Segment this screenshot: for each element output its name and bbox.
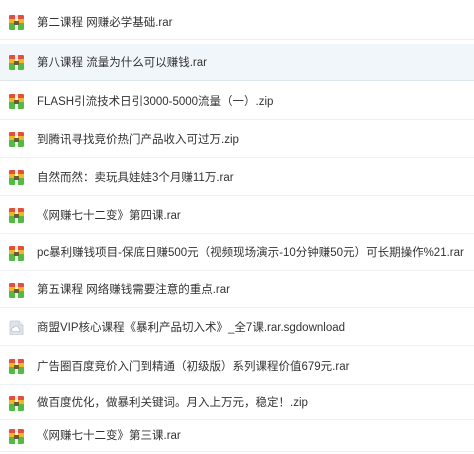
file-name[interactable]: 广告圈百度竞价入门到精通（初级版）系列课程价值679元.rar — [37, 360, 349, 374]
archive-icon — [9, 55, 24, 70]
archive-icon — [9, 396, 24, 411]
file-name[interactable]: 第五课程 网络赚钱需要注意的重点.rar — [37, 283, 230, 297]
file-row[interactable]: 第二课程 网赚必学基础.rar — [0, 5, 474, 40]
file-name[interactable]: pc暴利赚钱项目-保底日赚500元（视频现场演示-10分钟赚50元）可长期操作%… — [37, 246, 464, 260]
file-name[interactable]: 自然而然：卖玩具娃娃3个月赚11万.rar — [37, 171, 234, 185]
archive-icon — [9, 429, 24, 444]
archive-icon — [9, 208, 24, 223]
file-name[interactable]: 第八课程 流量为什么可以赚钱.rar — [37, 56, 207, 70]
file-row[interactable]: 做百度优化，做暴利关键词。月入上万元，稳定！.zip — [0, 386, 474, 420]
archive-icon — [9, 283, 24, 298]
archive-icon — [9, 15, 24, 30]
file-name[interactable]: 《网赚七十二变》第四课.rar — [37, 209, 181, 223]
file-row[interactable]: 到腾讯寻找竞价热门产品收入可过万.zip — [0, 121, 474, 158]
file-name[interactable]: 第二课程 网赚必学基础.rar — [37, 16, 172, 30]
file-row[interactable]: 广告圈百度竞价入门到精通（初级版）系列课程价值679元.rar — [0, 348, 474, 385]
file-row[interactable]: 《网赚七十二变》第四课.rar — [0, 197, 474, 234]
file-name[interactable]: 商盟VIP核心课程《暴利产品切入术》_全7课.rar.sgdownload — [37, 321, 345, 335]
archive-icon — [9, 246, 24, 261]
file-row[interactable]: 第八课程 流量为什么可以赚钱.rar — [0, 44, 474, 81]
archive-icon — [9, 94, 24, 109]
file-row[interactable]: FLASH引流技术日引3000-5000流量（一）.zip — [0, 83, 474, 120]
cloud-file-icon — [9, 320, 24, 335]
archive-icon — [9, 132, 24, 147]
file-name[interactable]: 到腾讯寻找竞价热门产品收入可过万.zip — [37, 133, 239, 147]
file-row[interactable]: 第五课程 网络赚钱需要注意的重点.rar — [0, 272, 474, 308]
file-name[interactable]: FLASH引流技术日引3000-5000流量（一）.zip — [37, 95, 273, 109]
file-row[interactable]: 《网赚七十二变》第三课.rar — [0, 420, 474, 452]
file-list: 第二课程 网赚必学基础.rar 第八课程 流量为什么可以赚钱.rar FLASH… — [0, 0, 474, 454]
file-name[interactable]: 做百度优化，做暴利关键词。月入上万元，稳定！.zip — [37, 396, 308, 410]
file-name[interactable]: 《网赚七十二变》第三课.rar — [37, 429, 181, 443]
archive-icon — [9, 359, 24, 374]
file-row[interactable]: pc暴利赚钱项目-保底日赚500元（视频现场演示-10分钟赚50元）可长期操作%… — [0, 235, 474, 271]
archive-icon — [9, 170, 24, 185]
file-row[interactable]: 商盟VIP核心课程《暴利产品切入术》_全7课.rar.sgdownload — [0, 309, 474, 346]
file-row[interactable]: 自然而然：卖玩具娃娃3个月赚11万.rar — [0, 159, 474, 196]
